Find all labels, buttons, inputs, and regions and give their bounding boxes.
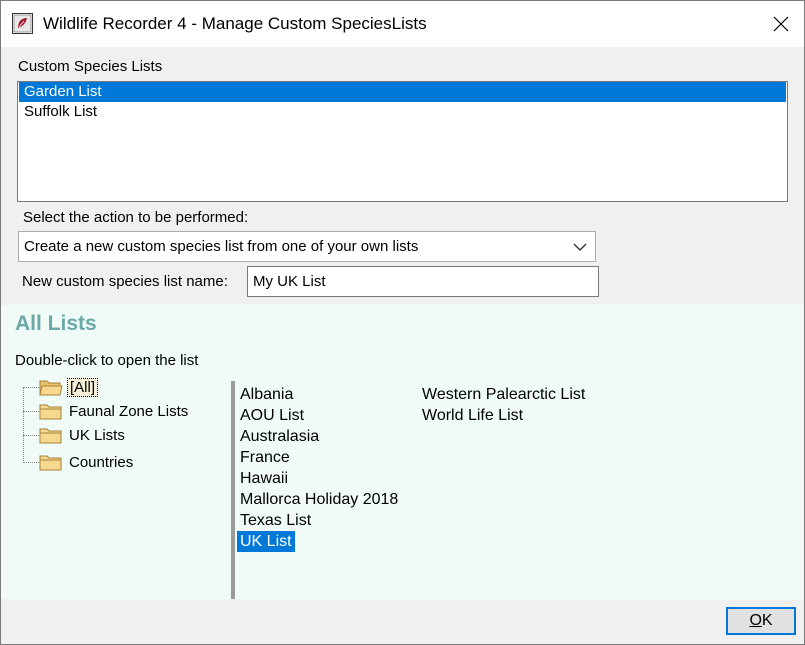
title-bar[interactable]: Wildlife Recorder 4 - Manage Custom Spec… [1,1,804,47]
tree-connector [23,435,39,436]
folder-icon [39,404,62,419]
manage-custom-species-lists-dialog: Wildlife Recorder 4 - Manage Custom Spec… [0,0,805,645]
list-category-tree[interactable]: [All] Faunal Zone Lists UK Lists Countri… [15,375,230,595]
tree-connector [23,462,39,463]
lists-column-2: Western Palearctic List World Life List [419,384,588,426]
action-label: Select the action to be performed: [23,209,249,226]
tree-node-uk-lists[interactable]: UK Lists [39,424,127,446]
folder-icon [39,428,62,443]
custom-list-item[interactable]: Garden List [19,82,786,102]
tree-node-faunal-zone-lists[interactable]: Faunal Zone Lists [39,400,190,422]
custom-lists-listbox[interactable]: Garden List Suffolk List [17,81,788,202]
list-item[interactable]: World Life List [419,405,588,426]
tree-node-label: [All] [67,377,99,397]
list-item[interactable]: Hawaii [237,468,401,489]
list-item[interactable]: Western Palearctic List [419,384,588,405]
ok-mnemonic: O [749,612,762,629]
action-dropdown[interactable]: Create a new custom species list from on… [18,231,596,262]
list-item[interactable]: Australasia [237,426,401,447]
tree-connector [23,387,39,388]
list-item[interactable]: Albania [237,384,401,405]
dialog-footer: OK [1,599,804,644]
list-item[interactable]: Mallorca Holiday 2018 [237,489,401,510]
tree-node-all[interactable]: [All] [39,376,99,398]
folder-open-icon [39,380,63,395]
list-item[interactable]: Texas List [237,510,401,531]
action-dropdown-value: Create a new custom species list from on… [24,238,419,255]
tree-node-label: UK Lists [69,426,125,444]
chevron-down-icon [573,243,587,251]
folder-icon [39,455,62,470]
tree-node-label: Faunal Zone Lists [69,402,189,420]
all-lists-title: All Lists [15,312,97,335]
close-x-icon [773,16,789,32]
new-name-label: New custom species list name: [22,273,228,290]
tree-node-label: Countries [69,453,134,471]
double-click-hint: Double-click to open the list [15,352,199,369]
window-title: Wildlife Recorder 4 - Manage Custom Spec… [43,14,427,33]
panel-splitter[interactable] [231,381,235,599]
ok-button[interactable]: OK [726,607,796,635]
lists-column-1: Albania AOU List Australasia France Hawa… [237,384,401,552]
tree-connector [23,387,24,463]
custom-lists-label: Custom Species Lists [18,58,163,75]
ok-label-rest: K [761,612,773,629]
wildlife-recorder-app-icon [12,13,33,34]
tree-node-countries[interactable]: Countries [39,451,135,473]
list-item[interactable]: AOU List [237,405,401,426]
tree-connector [23,411,39,412]
new-name-field[interactable] [247,266,599,297]
close-button[interactable] [758,1,804,47]
list-item[interactable]: UK List [237,531,295,552]
all-lists-panel: All Lists Double-click to open the list … [1,305,804,599]
custom-lists-section: Custom Species Lists Garden List Suffolk… [1,47,804,305]
list-item[interactable]: France [237,447,401,468]
custom-list-item[interactable]: Suffolk List [19,102,786,122]
